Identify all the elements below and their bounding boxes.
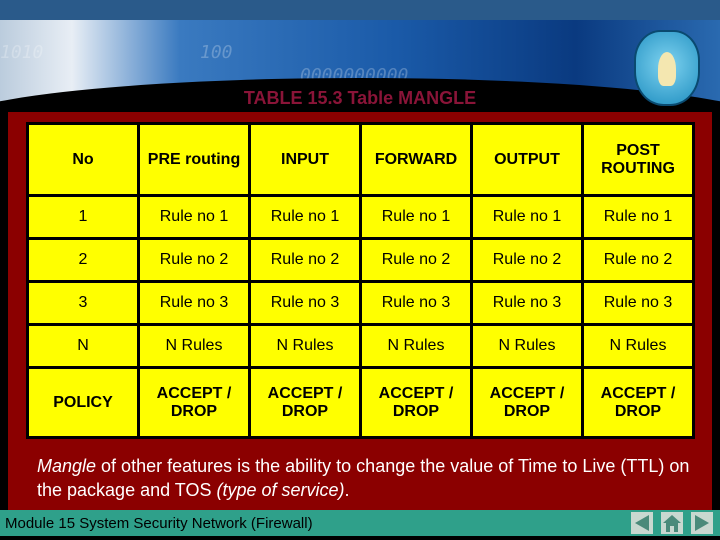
slide-title: TABLE 15.3 Table MANGLE (243, 88, 477, 108)
table-cell: POLICY (29, 369, 137, 436)
table-cell: ACCEPT / DROP (140, 369, 248, 436)
header-cell: INPUT (251, 125, 359, 194)
table-cell: Rule no 2 (251, 240, 359, 280)
mangle-note: Mangle of other features is the ability … (37, 454, 697, 502)
header-cell: FORWARD (362, 125, 470, 194)
policy-row: POLICY ACCEPT / DROP ACCEPT / DROP ACCEP… (29, 369, 692, 436)
table-cell: ACCEPT / DROP (473, 369, 581, 436)
table-cell: N Rules (362, 326, 470, 366)
module-label: Module 15 System Security Network (Firew… (5, 515, 313, 532)
table-cell: Rule no 1 (362, 197, 470, 237)
next-slide-button[interactable] (691, 512, 713, 534)
header-cell: OUTPUT (473, 125, 581, 194)
note-emphasis: (type of service) (216, 480, 345, 500)
table-cell: N (29, 326, 137, 366)
footer-bar: Module 15 System Security Network (Firew… (0, 510, 720, 536)
table-cell: N Rules (140, 326, 248, 366)
arrow-left-icon (635, 515, 649, 531)
table-header-row: No PRE routing INPUT FORWARD OUTPUT POST… (29, 125, 692, 194)
note-text: of other features is the ability to chan… (37, 456, 690, 500)
table-cell: Rule no 3 (251, 283, 359, 323)
top-bar (0, 0, 720, 21)
home-button[interactable] (661, 512, 683, 534)
table-cell: Rule no 1 (473, 197, 581, 237)
home-icon (663, 515, 681, 532)
header-cell: POST ROUTING (584, 125, 692, 194)
table-cell: 2 (29, 240, 137, 280)
table-row: 3 Rule no 3 Rule no 3 Rule no 3 Rule no … (29, 283, 692, 323)
table-cell: 1 (29, 197, 137, 237)
table-cell: Rule no 2 (584, 240, 692, 280)
table-cell: Rule no 3 (473, 283, 581, 323)
table-cell: Rule no 1 (584, 197, 692, 237)
table-cell: Rule no 3 (584, 283, 692, 323)
table-cell: Rule no 1 (140, 197, 248, 237)
table-cell: Rule no 2 (140, 240, 248, 280)
table-cell: Rule no 3 (140, 283, 248, 323)
note-text: . (344, 480, 350, 500)
note-emphasis: Mangle (37, 456, 97, 476)
header-cell: PRE routing (140, 125, 248, 194)
table-cell: Rule no 2 (473, 240, 581, 280)
table-cell: ACCEPT / DROP (362, 369, 470, 436)
table-cell: N Rules (584, 326, 692, 366)
table-cell: ACCEPT / DROP (251, 369, 359, 436)
table-cell: ACCEPT / DROP (584, 369, 692, 436)
arrow-right-icon (695, 515, 709, 531)
header-cell: No (29, 125, 137, 194)
table-cell: Rule no 1 (251, 197, 359, 237)
mangle-table: No PRE routing INPUT FORWARD OUTPUT POST… (26, 122, 695, 439)
table-row: 2 Rule no 2 Rule no 2 Rule no 2 Rule no … (29, 240, 692, 280)
table-row: N N Rules N Rules N Rules N Rules N Rule… (29, 326, 692, 366)
table-cell: 3 (29, 283, 137, 323)
table-cell: Rule no 3 (362, 283, 470, 323)
previous-slide-button[interactable] (631, 512, 653, 534)
table-cell: Rule no 2 (362, 240, 470, 280)
table-row: 1 Rule no 1 Rule no 1 Rule no 1 Rule no … (29, 197, 692, 237)
table-cell: N Rules (251, 326, 359, 366)
table-cell: N Rules (473, 326, 581, 366)
